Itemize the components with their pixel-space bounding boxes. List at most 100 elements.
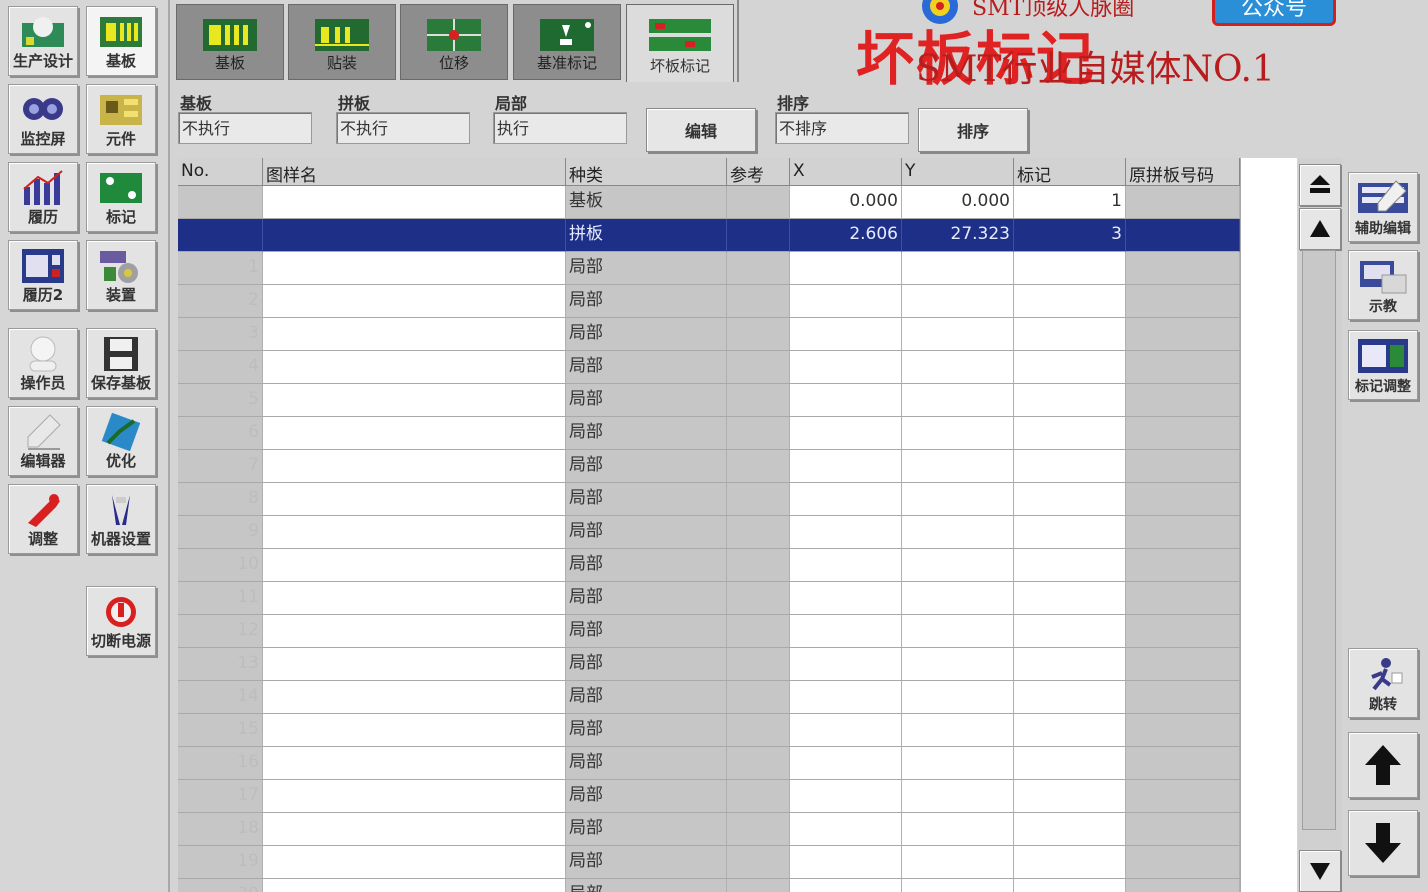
table-row[interactable]: 13 局部: [178, 648, 1240, 681]
cell-x[interactable]: [790, 879, 902, 892]
cell-x[interactable]: [790, 714, 902, 747]
cell-y[interactable]: [902, 318, 1014, 351]
sidebar-editor-button[interactable]: 编辑器: [8, 406, 78, 476]
tab-mount[interactable]: 贴装: [288, 4, 396, 80]
table-row[interactable]: 3 局部: [178, 318, 1240, 351]
cell-ref[interactable]: [727, 285, 790, 318]
cell-x[interactable]: [790, 648, 902, 681]
sidebar-board-button[interactable]: 基板: [86, 6, 156, 76]
table-row[interactable]: 17 局部: [178, 780, 1240, 813]
col-header-x[interactable]: X: [790, 158, 902, 186]
cell-ref[interactable]: [727, 747, 790, 780]
table-row[interactable]: 15 局部: [178, 714, 1240, 747]
sidebar-optimize-button[interactable]: 优化: [86, 406, 156, 476]
cell-name[interactable]: [263, 714, 566, 747]
table-row-selected[interactable]: 拼板 2.606 27.323 3: [178, 219, 1240, 252]
cell-ref[interactable]: [727, 582, 790, 615]
col-header-ref[interactable]: 参考: [727, 158, 790, 186]
cell-y[interactable]: [902, 417, 1014, 450]
cell-x[interactable]: [790, 417, 902, 450]
table-row[interactable]: 16 局部: [178, 747, 1240, 780]
cell-y[interactable]: 0.000: [902, 186, 1014, 219]
cell-ref[interactable]: [727, 318, 790, 351]
mark-adjust-button[interactable]: 标记调整: [1348, 330, 1418, 400]
cell-y[interactable]: [902, 549, 1014, 582]
cell-mark[interactable]: [1014, 285, 1126, 318]
cell-x[interactable]: [790, 549, 902, 582]
cell-y[interactable]: [902, 813, 1014, 846]
cell-mark[interactable]: [1014, 516, 1126, 549]
cell-ref[interactable]: [727, 186, 790, 219]
cell-name[interactable]: [263, 318, 566, 351]
sidebar-machine-settings-button[interactable]: 机器设置: [86, 484, 156, 554]
cell-name[interactable]: [263, 450, 566, 483]
cell-name[interactable]: [263, 549, 566, 582]
table-row[interactable]: 1 局部: [178, 252, 1240, 285]
cell-ref[interactable]: [727, 450, 790, 483]
cell-y[interactable]: [902, 384, 1014, 417]
cell-name[interactable]: [263, 879, 566, 892]
scroll-up-button[interactable]: [1299, 208, 1341, 250]
tab-bad-mark[interactable]: 坏板标记: [626, 4, 734, 82]
cell-mark[interactable]: [1014, 879, 1126, 892]
cell-y[interactable]: [902, 351, 1014, 384]
table-row[interactable]: 6 局部: [178, 417, 1240, 450]
cell-name[interactable]: [263, 582, 566, 615]
cell-ref[interactable]: [727, 384, 790, 417]
cell-mark[interactable]: [1014, 351, 1126, 384]
cell-y[interactable]: [902, 252, 1014, 285]
cell-mark[interactable]: [1014, 648, 1126, 681]
cell-y[interactable]: [902, 879, 1014, 892]
cell-y[interactable]: [902, 846, 1014, 879]
cell-x[interactable]: [790, 384, 902, 417]
cell-x[interactable]: [790, 285, 902, 318]
sidebar-device-button[interactable]: 装置: [86, 240, 156, 310]
tab-offset[interactable]: 位移: [400, 4, 508, 80]
cell-name[interactable]: [263, 615, 566, 648]
local-filter-field[interactable]: 执行: [493, 112, 627, 144]
cell-ref[interactable]: [727, 351, 790, 384]
tab-board[interactable]: 基板: [176, 4, 284, 80]
table-row[interactable]: 7 局部: [178, 450, 1240, 483]
table-row[interactable]: 12 局部: [178, 615, 1240, 648]
cell-y[interactable]: [902, 285, 1014, 318]
tab-fiducial[interactable]: 基准标记: [513, 4, 621, 80]
cell-name[interactable]: [263, 417, 566, 450]
sidebar-operator-button[interactable]: 操作员: [8, 328, 78, 398]
cell-y[interactable]: [902, 648, 1014, 681]
table-row[interactable]: 14 局部: [178, 681, 1240, 714]
cell-x[interactable]: [790, 780, 902, 813]
cell-name[interactable]: [263, 483, 566, 516]
cell-name[interactable]: [263, 813, 566, 846]
cell-mark[interactable]: [1014, 813, 1126, 846]
cell-mark[interactable]: [1014, 450, 1126, 483]
cell-y[interactable]: [902, 681, 1014, 714]
cell-ref[interactable]: [727, 549, 790, 582]
col-header-orig-panel[interactable]: 原拼板号码: [1126, 158, 1240, 186]
sort-filter-field[interactable]: 不排序: [775, 112, 909, 144]
cell-mark[interactable]: [1014, 483, 1126, 516]
board-filter-field[interactable]: 不执行: [178, 112, 312, 144]
cell-name[interactable]: [263, 351, 566, 384]
cell-ref[interactable]: [727, 780, 790, 813]
cell-x[interactable]: [790, 516, 902, 549]
cell-name[interactable]: [263, 252, 566, 285]
edit-button[interactable]: 编辑: [646, 108, 756, 152]
cell-mark[interactable]: [1014, 780, 1126, 813]
cell-name[interactable]: [263, 681, 566, 714]
cell-mark[interactable]: [1014, 252, 1126, 285]
table-row[interactable]: 5 局部: [178, 384, 1240, 417]
sidebar-power-off-button[interactable]: 切断电源: [86, 586, 156, 656]
sidebar-mark-button[interactable]: 标记: [86, 162, 156, 232]
cell-name[interactable]: [263, 186, 566, 219]
cell-ref[interactable]: [727, 483, 790, 516]
cell-name[interactable]: [263, 780, 566, 813]
sidebar-adjust-button[interactable]: 调整: [8, 484, 78, 554]
cell-ref[interactable]: [727, 681, 790, 714]
cell-ref[interactable]: [727, 846, 790, 879]
cell-y[interactable]: [902, 450, 1014, 483]
cell-y[interactable]: [902, 615, 1014, 648]
cell-x[interactable]: [790, 582, 902, 615]
cell-x[interactable]: [790, 681, 902, 714]
cell-ref[interactable]: [727, 615, 790, 648]
